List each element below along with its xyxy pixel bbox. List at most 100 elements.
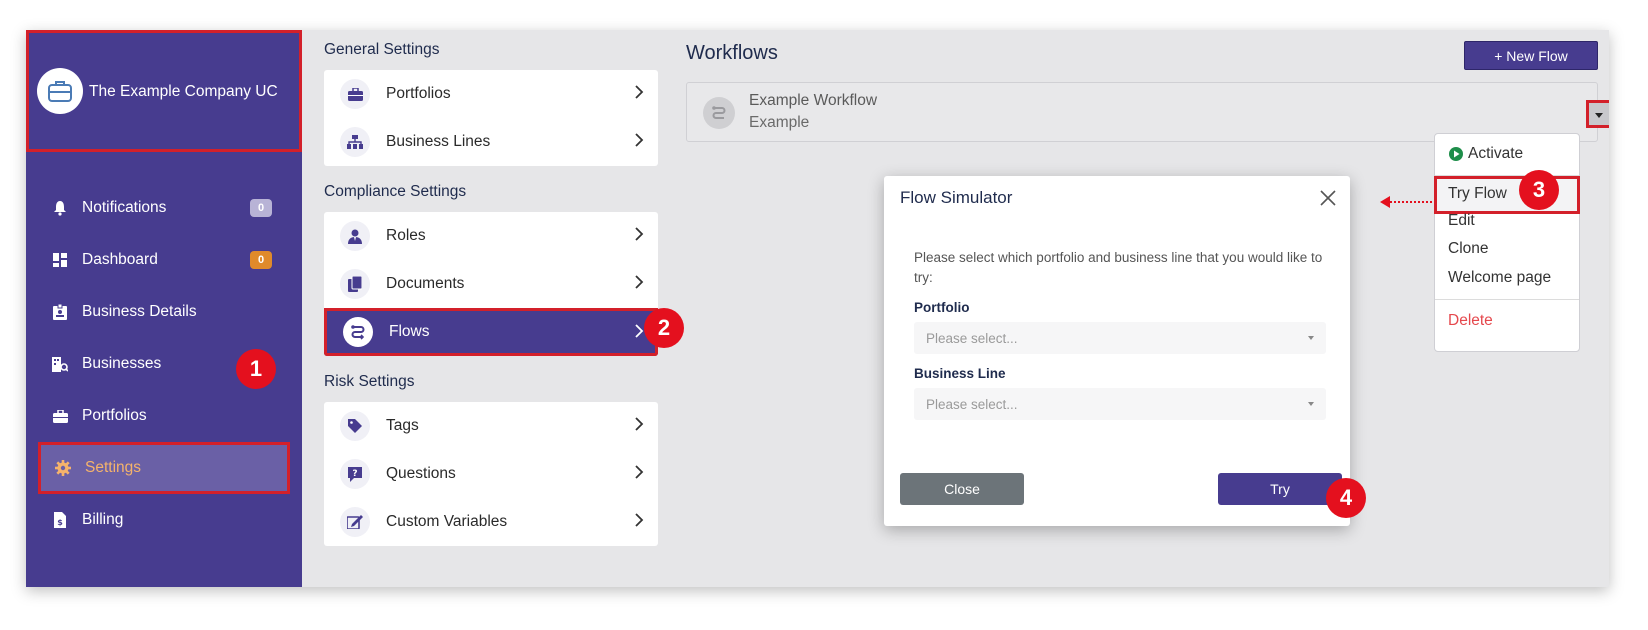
briefcase-icon: [50, 406, 70, 426]
try-button[interactable]: Try: [1218, 473, 1342, 505]
menu-item-activate[interactable]: Activate: [1449, 145, 1523, 163]
question-icon: ?: [340, 459, 370, 489]
user-tie-icon: [340, 221, 370, 251]
settings-item-questions[interactable]: ? Questions: [324, 450, 658, 498]
invoice-icon: $: [50, 510, 70, 530]
business-line-select[interactable]: Please select...: [914, 388, 1326, 420]
sidebar-item-label: Portfolios: [82, 407, 147, 424]
building-search-icon: [50, 354, 70, 374]
menu-item-delete[interactable]: Delete: [1448, 312, 1493, 330]
settings-item-label: Roles: [386, 227, 426, 244]
notifications-badge: 0: [250, 199, 272, 217]
arrow-left-icon: [1380, 196, 1390, 208]
sidebar: The Example Company UC Notifications 0 D…: [26, 30, 302, 587]
flow-icon: [343, 317, 373, 347]
compliance-settings-title: Compliance Settings: [324, 183, 467, 200]
callout-3: 3: [1519, 170, 1559, 210]
menu-item-label: Try Flow: [1448, 185, 1507, 202]
workflow-menu-toggle[interactable]: [1586, 100, 1609, 128]
sidebar-item-dashboard[interactable]: Dashboard 0: [26, 234, 302, 286]
callout-1: 1: [236, 349, 276, 389]
workflow-name: Example Workflow: [749, 92, 878, 109]
menu-item-welcome-page[interactable]: Welcome page: [1448, 269, 1551, 287]
sidebar-item-label: Businesses: [82, 355, 162, 372]
general-settings-card: Portfolios Business Lines: [324, 70, 658, 166]
gear-icon: [53, 458, 73, 478]
play-icon: [1449, 147, 1463, 161]
sidebar-item-portfolios[interactable]: Portfolios: [26, 390, 302, 442]
chevron-right-icon: [635, 133, 644, 152]
company-header[interactable]: The Example Company UC: [26, 30, 302, 152]
chevron-right-icon: [635, 324, 644, 343]
workflow-subtitle: Example: [749, 114, 810, 131]
sidebar-item-settings[interactable]: Settings: [38, 442, 290, 494]
sidebar-item-label: Business Details: [82, 303, 197, 320]
risk-settings-title: Risk Settings: [324, 373, 415, 390]
chevron-right-icon: [635, 85, 644, 104]
settings-item-portfolios[interactable]: Portfolios: [324, 70, 658, 118]
settings-item-label: Questions: [386, 465, 456, 482]
company-name: The Example Company UC: [89, 82, 278, 100]
caret-down-icon: [1308, 336, 1314, 340]
close-button[interactable]: Close: [900, 473, 1024, 505]
settings-item-business-lines[interactable]: Business Lines: [324, 118, 658, 166]
caret-down-icon: [1308, 402, 1314, 406]
caret-down-icon: [1595, 105, 1603, 123]
settings-panel: General Settings Portfolios Business Lin…: [324, 30, 658, 546]
business-line-label: Business Line: [914, 366, 1006, 381]
bell-icon: [50, 198, 70, 218]
sidebar-item-label: Dashboard: [82, 251, 158, 268]
chevron-right-icon: [635, 275, 644, 294]
svg-text:$: $: [57, 518, 63, 527]
settings-item-label: Portfolios: [386, 85, 451, 102]
menu-item-label: Activate: [1468, 145, 1524, 162]
settings-item-roles[interactable]: Roles: [324, 212, 658, 260]
compliance-settings-card: Roles Documents Flows: [324, 212, 658, 356]
sidebar-item-label: Notifications: [82, 199, 167, 216]
menu-item-clone[interactable]: Clone: [1448, 240, 1489, 258]
dashboard-badge: 0: [250, 251, 272, 269]
documents-icon: [340, 269, 370, 299]
portfolio-select[interactable]: Please select...: [914, 322, 1326, 354]
callout-arrow-line: [1390, 201, 1432, 203]
chevron-right-icon: [635, 465, 644, 484]
flow-simulator-modal: Flow Simulator Please select which portf…: [884, 176, 1350, 526]
sidebar-item-label: Settings: [85, 459, 142, 476]
general-settings-title: General Settings: [324, 41, 440, 58]
network-icon: [340, 127, 370, 157]
app-window: The Example Company UC Notifications 0 D…: [26, 30, 1609, 587]
tag-icon: [340, 411, 370, 441]
chevron-right-icon: [635, 417, 644, 436]
sidebar-item-notifications[interactable]: Notifications 0: [26, 182, 302, 234]
business-line-select-placeholder: Please select...: [926, 396, 1018, 412]
settings-item-documents[interactable]: Documents: [324, 260, 658, 308]
close-icon[interactable]: [1320, 190, 1336, 211]
briefcase-icon: [37, 68, 83, 114]
settings-item-label: Flows: [389, 323, 430, 340]
chevron-right-icon: [635, 513, 644, 532]
modal-description: Please select which portfolio and busine…: [914, 250, 1323, 285]
settings-item-label: Documents: [386, 275, 465, 292]
callout-2: 2: [644, 308, 684, 348]
portfolio-select-placeholder: Please select...: [926, 330, 1018, 346]
settings-item-flows[interactable]: Flows: [324, 308, 658, 356]
settings-item-tags[interactable]: Tags: [324, 402, 658, 450]
risk-settings-card: Tags ? Questions Custom Variables: [324, 402, 658, 546]
page-title: Workflows: [686, 42, 778, 64]
callout-4: 4: [1326, 478, 1366, 518]
new-flow-button[interactable]: + New Flow: [1464, 41, 1598, 70]
settings-item-custom-variables[interactable]: Custom Variables: [324, 498, 658, 546]
sidebar-item-business-details[interactable]: Business Details: [26, 286, 302, 338]
portfolio-label: Portfolio: [914, 300, 970, 315]
sidebar-item-billing[interactable]: $ Billing: [26, 494, 302, 546]
settings-item-label: Custom Variables: [386, 513, 508, 530]
modal-title: Flow Simulator: [900, 188, 1013, 207]
id-badge-icon: [50, 302, 70, 322]
dashboard-icon: [50, 250, 70, 270]
svg-text:?: ?: [352, 469, 357, 479]
settings-item-label: Tags: [386, 417, 419, 434]
briefcase-icon: [340, 79, 370, 109]
menu-item-edit[interactable]: Edit: [1448, 212, 1475, 230]
settings-item-label: Business Lines: [386, 133, 491, 150]
flow-icon: [703, 97, 735, 129]
